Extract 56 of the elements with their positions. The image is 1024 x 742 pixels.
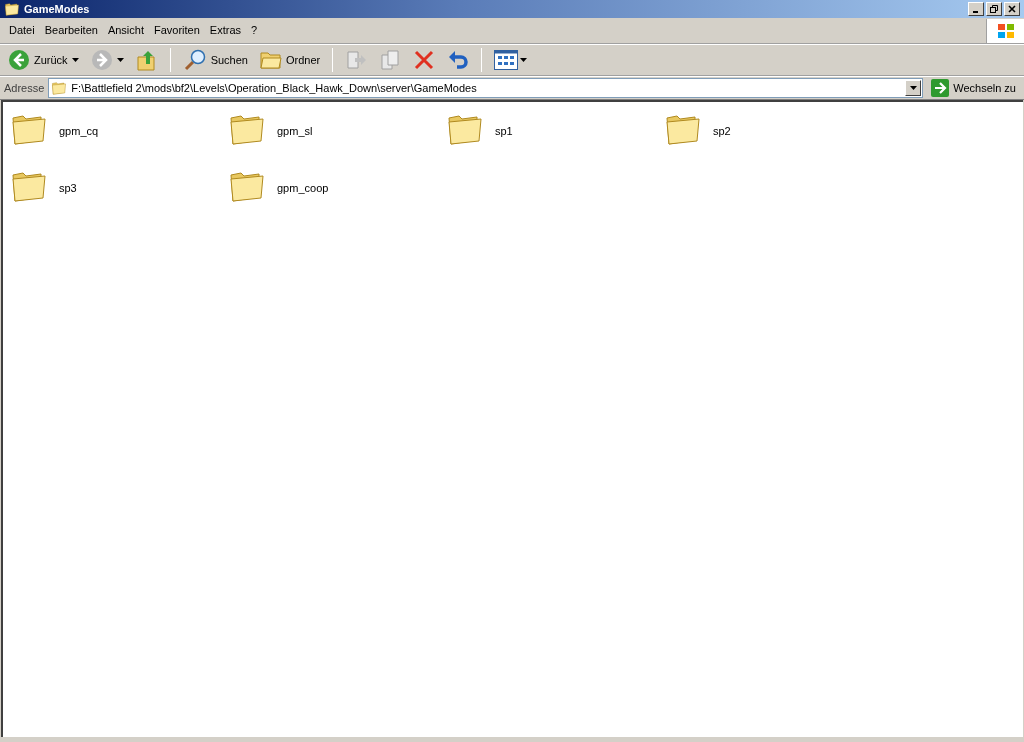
folder-item[interactable]: sp1 [447, 112, 513, 148]
caret-icon [116, 58, 124, 62]
folders-label: Ordner [285, 52, 321, 68]
menu-item[interactable]: Bearbeiten [39, 22, 103, 39]
menu-item[interactable]: Extras [204, 22, 247, 39]
menu-item[interactable]: Ansicht [102, 22, 149, 39]
folder-icon [11, 112, 47, 146]
grid-view-icon [494, 50, 519, 70]
address-field[interactable]: F:\Battlefield 2\mods\bf2\Levels\Operation_Black_Hawk_Down\server\GameModes [48, 78, 924, 98]
folder-icon [229, 169, 265, 203]
search-button[interactable]: Suchen [178, 49, 252, 71]
document-arrow-icon [345, 49, 368, 71]
folder-name: sp2 [713, 124, 731, 139]
undo-icon [447, 49, 470, 71]
folder-item[interactable]: gpm_sl [229, 112, 313, 148]
dropdown-button[interactable] [905, 80, 922, 96]
minimize-button[interactable] [968, 2, 984, 16]
folder-item[interactable]: sp3 [11, 169, 77, 205]
windows-flag-icon [996, 22, 1015, 39]
folder-icon [4, 2, 20, 16]
magnifier-icon [182, 49, 207, 71]
search-label: Suchen [210, 52, 248, 68]
folder-item[interactable]: sp2 [665, 112, 731, 148]
restore-icon [990, 5, 998, 13]
close-button[interactable] [1004, 2, 1020, 16]
folder-icon [229, 112, 265, 146]
address-label: Adresse [4, 80, 45, 96]
folder-name: gpm_sl [277, 124, 313, 139]
folder-icon [51, 81, 68, 95]
folder-item[interactable]: gpm_cq [11, 112, 99, 148]
back-button[interactable]: Zurück [4, 49, 83, 71]
folder-icon [447, 112, 483, 146]
folder-name: sp3 [59, 181, 77, 196]
folder-item[interactable]: gpm_coop [229, 169, 329, 205]
folder-name: sp1 [495, 124, 513, 139]
documents-icon [379, 49, 402, 71]
window-title: GameModes [24, 1, 90, 17]
right-arrow-icon [931, 79, 950, 97]
menu-item[interactable]: Datei [4, 22, 40, 39]
folder-icon [665, 112, 701, 146]
go-button[interactable]: Wechseln zu [927, 79, 1020, 97]
folder-name: gpm_cq [59, 124, 99, 139]
menu-item[interactable]: Favoriten [149, 22, 205, 39]
folder-name: gpm_coop [277, 181, 329, 196]
folder-icon [11, 169, 47, 203]
close-icon [1008, 5, 1016, 13]
folder-up-arrow-icon [135, 49, 158, 71]
close-icon [413, 49, 436, 71]
caret-icon [909, 86, 917, 90]
menu-item[interactable]: ? [246, 22, 263, 39]
caret-icon [71, 58, 79, 62]
folders-button[interactable]: Ordner [255, 50, 325, 70]
restore-button[interactable] [986, 2, 1002, 16]
caret-icon [520, 58, 528, 62]
folder-icon [259, 50, 282, 70]
back-label: Zurück [34, 52, 68, 68]
